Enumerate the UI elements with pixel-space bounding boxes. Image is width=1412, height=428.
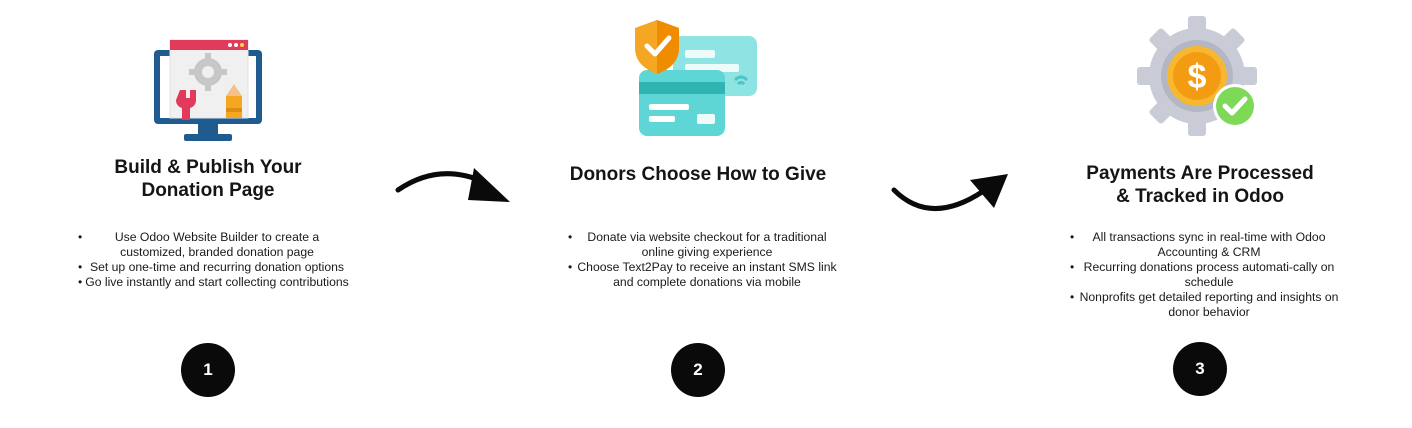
credit-card-shield-icon	[635, 18, 761, 142]
step-number-badge: 2	[671, 343, 725, 397]
list-item: Use Odoo Website Builder to create a cus…	[68, 230, 358, 260]
list-item: Set up one-time and recurring donation o…	[68, 260, 358, 275]
list-item: Donate via website checkout for a tradit…	[558, 230, 848, 260]
list-item: All transactions sync in real-time with …	[1060, 230, 1350, 260]
list-item: Go live instantly and start collecting c…	[68, 275, 358, 290]
step-number-badge: 3	[1173, 342, 1227, 396]
step-bullets: Use Odoo Website Builder to create a cus…	[68, 230, 358, 290]
curved-arrow-icon	[394, 160, 514, 215]
svg-text:$: $	[1188, 58, 1207, 96]
step-3: $ Payments Are Processed & Tracked in Od…	[1030, 0, 1370, 428]
step-1: Build & Publish Your Donation Page Use O…	[38, 0, 378, 428]
curved-arrow-icon	[890, 170, 1014, 225]
step-title: Build & Publish Your Donation Page	[114, 157, 302, 201]
step-2: Donors Choose How to Give Donate via web…	[528, 0, 868, 428]
list-item: Nonprofits get detailed reporting and in…	[1060, 290, 1350, 320]
step-bullets: Donate via website checkout for a tradit…	[558, 230, 848, 290]
step-bullets: All transactions sync in real-time with …	[1060, 230, 1350, 320]
step-number-badge: 1	[181, 343, 235, 397]
website-builder-icon	[150, 36, 266, 144]
gear-coin-check-icon: $	[1137, 14, 1263, 140]
list-item: Recurring donations process automati-cal…	[1060, 260, 1350, 290]
list-item: Choose Text2Pay to receive an instant SM…	[558, 260, 848, 290]
step-title: Payments Are Processed & Tracked in Odoo	[1086, 163, 1314, 207]
step-title: Donors Choose How to Give	[569, 164, 827, 185]
